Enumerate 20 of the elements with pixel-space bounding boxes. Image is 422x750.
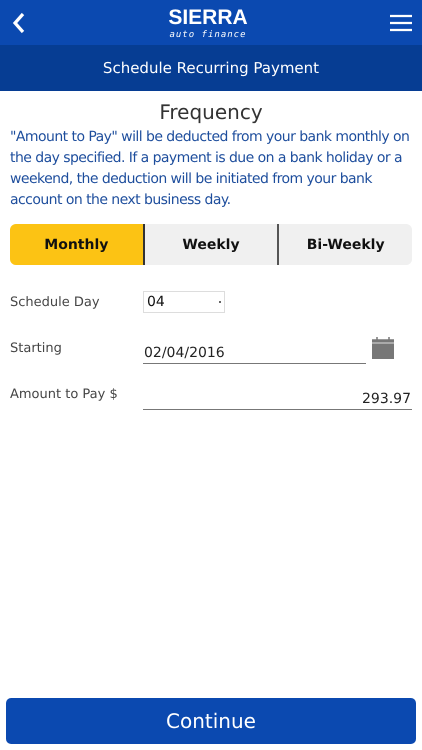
day-select[interactable]: 04 — [143, 291, 225, 313]
field-label: Amount to Pay $ — [10, 386, 119, 402]
calendar-icon[interactable] — [372, 337, 394, 359]
dropdown-caret-icon — [219, 301, 221, 303]
frequency-tab[interactable]: Monthly — [10, 224, 143, 265]
logo-subtitle: auto finance — [169, 30, 246, 40]
field-label: Schedule Day — [10, 294, 101, 310]
description-text: "Amount to Pay" will be deducted from your bank monthly on the day specified. If a payment is due on a bank holiday or a weekend, the deduction will be initiated from your bank account on the next business day. — [10, 128, 410, 210]
back-button[interactable] — [12, 12, 26, 34]
menu-button[interactable] — [390, 14, 412, 32]
amount-field[interactable]: 293.97 — [143, 386, 412, 410]
continue-button[interactable]: Continue — [6, 698, 416, 744]
section-title: Frequency — [158, 100, 264, 124]
logo-title: SIERRA — [168, 6, 248, 30]
page-title: Schedule Recurring Payment — [102, 59, 320, 77]
date-field[interactable]: 02/04/2016 — [143, 340, 366, 364]
frequency-tab[interactable]: Bi-Weekly — [277, 224, 412, 265]
field-label: Starting — [10, 340, 63, 356]
back-icon — [12, 12, 26, 34]
menu-icon — [390, 14, 412, 32]
